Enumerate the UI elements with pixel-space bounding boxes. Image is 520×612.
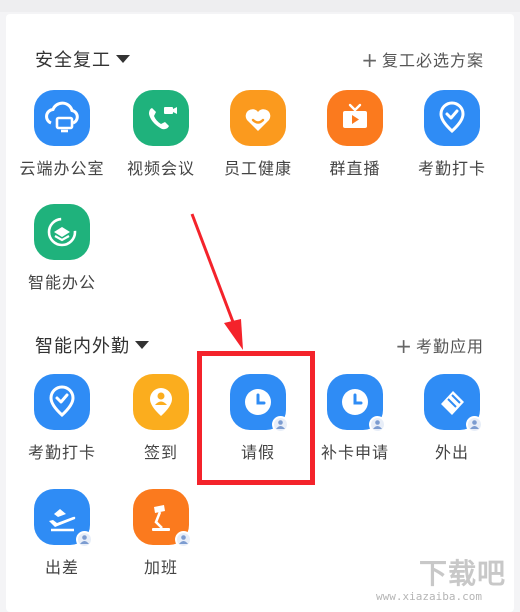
app-go-out[interactable]: 外出 <box>404 374 500 474</box>
location-person-icon <box>133 374 189 430</box>
app-label: 云端办公室 <box>19 159 105 178</box>
app-label: 加班 <box>143 558 178 577</box>
section-title-dropdown[interactable]: 安全复工 <box>35 46 130 72</box>
app-attendance-clock-in-2[interactable]: 考勤打卡 <box>14 374 110 474</box>
app-smart-office[interactable]: 智能办公 <box>14 204 110 304</box>
airplane-icon <box>34 489 93 548</box>
user-badge-icon <box>466 416 483 433</box>
video-call-icon <box>133 90 189 146</box>
top-bar <box>0 0 520 12</box>
app-group-live[interactable]: 群直播 <box>307 90 403 190</box>
app-cloud-office[interactable]: 云端办公室 <box>14 90 110 190</box>
plus-icon: + <box>361 48 379 72</box>
app-label: 员工健康 <box>223 159 292 178</box>
desk-lamp-icon <box>133 489 192 548</box>
section-title-dropdown[interactable]: 智能内外勤 <box>35 332 149 358</box>
watermark-url: www.xiazaiba.com <box>376 590 482 603</box>
section-action-text: 复工必选方案 <box>381 51 484 70</box>
app-missed-punch-request[interactable]: 补卡申请 <box>307 374 403 474</box>
add-return-plan-link[interactable]: + 复工必选方案 <box>361 47 484 72</box>
app-employee-health[interactable]: 员工健康 <box>210 90 306 190</box>
app-label: 补卡申请 <box>320 443 389 462</box>
app-label: 外出 <box>434 443 469 462</box>
app-label: 考勤打卡 <box>27 443 96 462</box>
location-check-icon <box>34 374 90 430</box>
caret-down-icon <box>116 55 130 63</box>
app-video-meeting[interactable]: 视频会议 <box>113 90 209 190</box>
app-label: 群直播 <box>329 159 381 178</box>
user-badge-icon <box>76 531 93 548</box>
highlight-box <box>197 351 315 485</box>
app-business-trip[interactable]: 出差 <box>14 489 110 589</box>
clock-icon <box>327 374 386 433</box>
section-title-text: 安全复工 <box>35 50 111 71</box>
apps-card: 安全复工 + 复工必选方案 云端办公室 视频会议 员工健康 群直播 考勤打卡 智… <box>6 14 514 612</box>
caret-down-icon <box>135 341 149 349</box>
layers-icon <box>34 204 90 260</box>
section-action-text: 考勤应用 <box>415 337 484 356</box>
plus-icon: + <box>395 334 413 358</box>
outing-icon <box>424 374 483 433</box>
app-label: 出差 <box>44 558 79 577</box>
add-attendance-app-link[interactable]: + 考勤应用 <box>395 333 484 358</box>
app-attendance-clock-in[interactable]: 考勤打卡 <box>404 90 500 190</box>
watermark: 下载吧 www.xiazaiba.com <box>376 557 512 604</box>
section-title-text: 智能内外勤 <box>35 336 130 357</box>
user-badge-icon <box>175 531 192 548</box>
heart-icon <box>230 90 286 146</box>
watermark-logo: 下载吧 <box>418 557 506 590</box>
app-label: 智能办公 <box>27 273 96 292</box>
user-badge-icon <box>369 416 386 433</box>
section-header-safe-return: 安全复工 + 复工必选方案 <box>6 42 514 72</box>
app-label: 考勤打卡 <box>417 159 486 178</box>
cloud-office-icon <box>34 90 90 146</box>
app-check-in[interactable]: 签到 <box>113 374 209 474</box>
app-label: 视频会议 <box>126 159 195 178</box>
live-tv-icon <box>327 90 383 146</box>
app-overtime[interactable]: 加班 <box>113 489 209 589</box>
location-check-icon <box>424 90 480 146</box>
